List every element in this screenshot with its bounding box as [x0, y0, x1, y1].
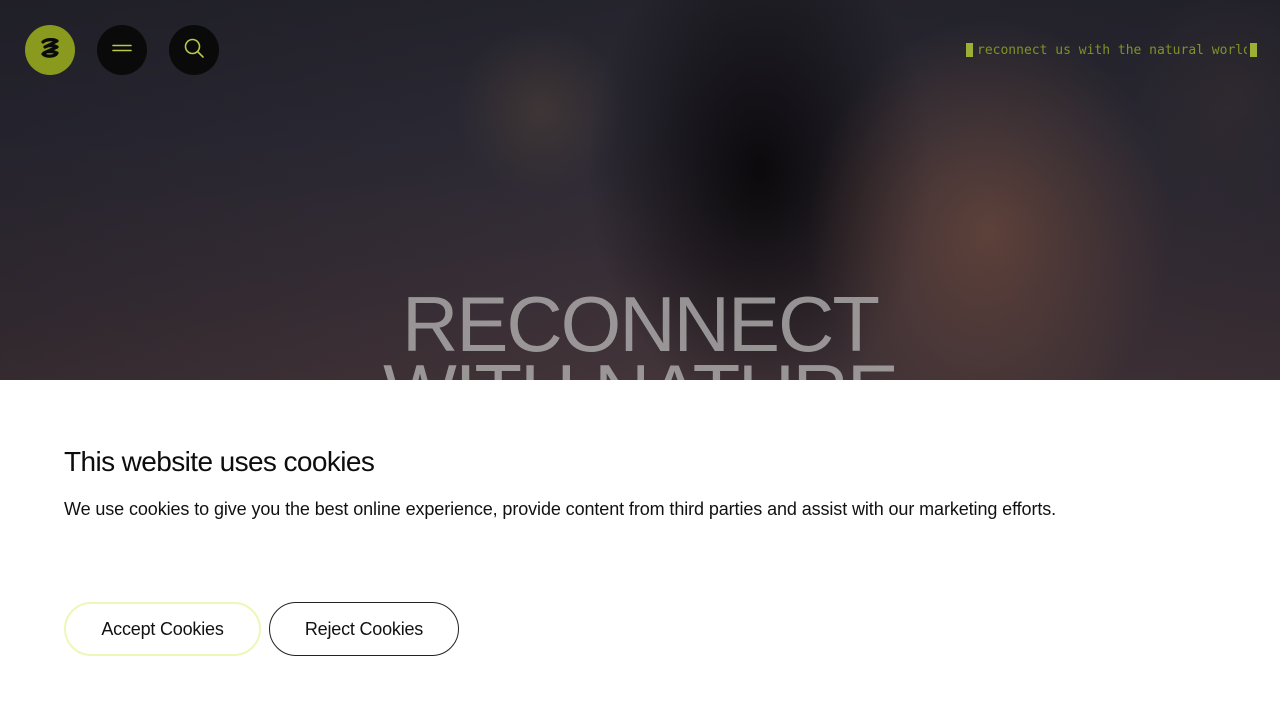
hero-title-line-2: WITH NATURE	[0, 353, 1280, 380]
hero-section: reconnect us with the natural world RECO…	[0, 0, 1280, 380]
menu-button[interactable]	[97, 25, 147, 75]
cursor-block-left	[966, 43, 973, 57]
search-button[interactable]	[169, 25, 219, 75]
page: reconnect us with the natural world RECO…	[0, 0, 1280, 720]
brand-logo-icon	[36, 34, 64, 67]
accept-cookies-button[interactable]: Accept Cookies	[64, 602, 261, 656]
tagline-text: reconnect us with the natural world	[977, 42, 1247, 58]
tagline-ticker: reconnect us with the natural world	[966, 41, 1258, 59]
cursor-block-right	[1250, 43, 1257, 57]
cookie-banner: This website uses cookies We use cookies…	[0, 380, 1280, 720]
cookie-banner-title: This website uses cookies	[64, 446, 375, 477]
logo-button[interactable]	[25, 25, 75, 75]
cookie-banner-text: We use cookies to give you the best onli…	[64, 499, 1057, 519]
hamburger-menu-icon	[111, 41, 133, 60]
search-icon	[182, 36, 206, 65]
reject-cookies-button[interactable]: Reject Cookies	[269, 602, 459, 656]
hero-title: RECONNECT WITH NATURE	[0, 285, 1280, 380]
